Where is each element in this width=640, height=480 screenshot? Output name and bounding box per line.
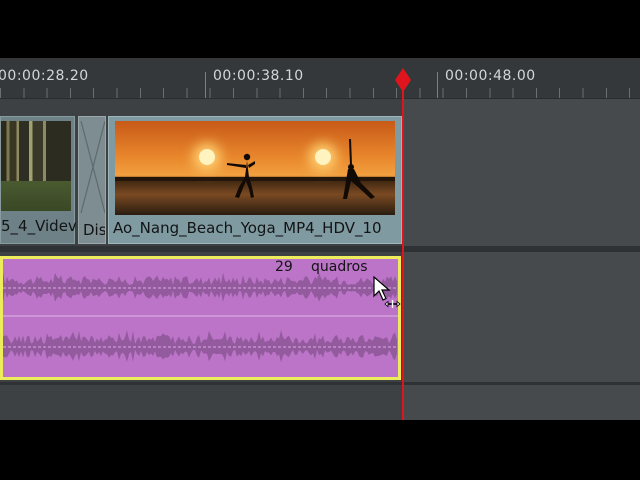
yoga-silhouette-icon (227, 153, 255, 198)
ruler-minor-ticks (0, 88, 640, 98)
yoga-silhouette-icon (343, 139, 375, 199)
ruler-timecode-2: 00:00:38.10 (213, 68, 304, 84)
clip-thumbnail-yoga-2 (255, 121, 395, 215)
transition-cross-icon (80, 120, 105, 214)
ruler-timecode-1: 00:00:28.20 (0, 68, 89, 84)
audio-clip-selected[interactable]: 29 quadros (0, 256, 401, 380)
video-clip-previous[interactable]: 5_4_Videv (0, 116, 77, 244)
mouse-pointer-icon (373, 276, 401, 308)
empty-track-area[interactable] (403, 98, 640, 420)
trim-frame-count: 29 (275, 259, 293, 275)
timeline-ruler[interactable]: 00:00:28.20 00:00:38.10 00:00:48.00 (0, 58, 640, 99)
trim-frame-unit: quadros (311, 259, 368, 275)
trim-cursor-icon (384, 300, 401, 308)
playhead-diamond-icon[interactable] (395, 68, 411, 92)
timeline-editor: 00:00:28.20 00:00:38.10 00:00:48.00 5_4_… (0, 58, 640, 420)
video-clip-ao-nang-beach-yoga[interactable]: Ao_Nang_Beach_Yoga_MP4_HDV_10 (108, 116, 402, 244)
track-separator (0, 382, 640, 385)
ruler-timecode-3: 00:00:48.00 (445, 68, 536, 84)
clip-label: 5_4_Videv (1, 217, 77, 235)
clip-label: Ao_Nang_Beach_Yoga_MP4_HDV_10 (113, 219, 382, 237)
track-separator (0, 246, 640, 252)
playhead-line[interactable] (402, 88, 404, 420)
audio-waveform-bottom (3, 330, 398, 363)
transition-label: Dis (83, 221, 106, 239)
clip-thumbnail-yoga-1 (115, 121, 255, 215)
clip-thumbnail-forest (1, 121, 71, 211)
dissolve-transition[interactable]: Dis (78, 116, 106, 244)
